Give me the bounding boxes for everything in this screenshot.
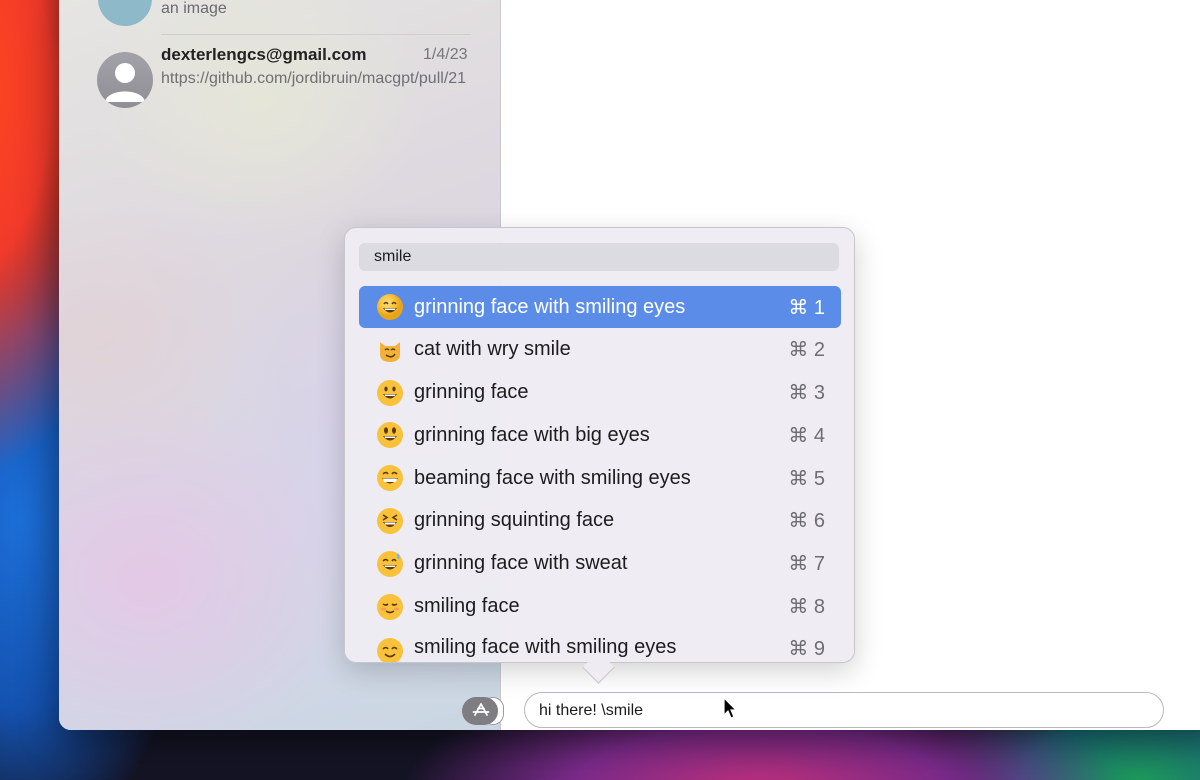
emoji-result-shortcut: ⌘ 3 [788, 382, 825, 405]
emoji-result-label: grinning squinting face [414, 509, 615, 532]
emoji-result-row[interactable]: beaming face with smiling eyes ⌘ 5 [359, 457, 841, 499]
message-input[interactable]: hi there! \smile [524, 692, 1164, 728]
conversation-preview: an image [161, 0, 227, 17]
grinning-face-with-smiling-eyes-icon [375, 292, 405, 322]
conversation-date: 1/4/23 [423, 46, 468, 63]
avatar [97, 52, 153, 108]
grinning-squinting-face-icon [375, 506, 405, 536]
emoji-result-label: grinning face [414, 381, 529, 404]
conversation-preview: https://github.com/jordibruin/macgpt/pul… [161, 70, 467, 87]
emoji-result-shortcut: ⌘ 9 [788, 638, 825, 661]
emoji-result-label: beaming face with smiling eyes [414, 466, 691, 489]
emoji-result-row[interactable]: cat with wry smile ⌘ 2 [359, 329, 841, 371]
cat-with-wry-smile-icon [375, 335, 405, 365]
smiling-face-with-smiling-eyes-icon [375, 636, 405, 662]
grinning-face-with-sweat-icon [375, 549, 405, 579]
emoji-result-label: grinning face with big eyes [414, 423, 650, 446]
emoji-result-shortcut: ⌘ 8 [788, 596, 825, 619]
beaming-face-with-smiling-eyes-icon [375, 463, 405, 493]
emoji-result-row[interactable]: grinning face ⌘ 3 [359, 372, 841, 414]
emoji-result-row[interactable]: grinning face with smiling eyes ⌘ 1 [359, 286, 841, 328]
emoji-result-label: smiling face with smiling eyes [414, 636, 677, 659]
conversation-item-dexterlengcs[interactable]: dexterlengcs@gmail.com 1/4/23 https://gi… [59, 42, 500, 112]
emoji-result-shortcut: ⌘ 7 [788, 553, 825, 576]
emoji-result-shortcut: ⌘ 5 [788, 467, 825, 490]
emoji-result-label: grinning face with sweat [414, 552, 628, 575]
conversation-name: dexterlengcs@gmail.com [161, 45, 367, 64]
person-icon [105, 63, 145, 102]
emoji-result-label: smiling face [414, 595, 520, 618]
emoji-result-row[interactable]: smiling face ⌘ 8 [359, 586, 841, 628]
grinning-face-with-big-eyes-icon [375, 420, 405, 450]
emoji-search-input[interactable]: smile [359, 243, 839, 271]
emoji-result-label: grinning face with smiling eyes [414, 295, 686, 318]
emoji-result-row[interactable]: grinning squinting face ⌘ 6 [359, 500, 841, 542]
emoji-result-shortcut: ⌘ 4 [788, 424, 825, 447]
app-store-icon [472, 703, 490, 716]
emoji-result-row[interactable]: grinning face with big eyes ⌘ 4 [359, 414, 841, 456]
emoji-result-shortcut: ⌘ 2 [788, 339, 825, 362]
list-divider [161, 34, 471, 35]
emoji-result-row[interactable]: grinning face with sweat ⌘ 7 [359, 543, 841, 585]
avatar [98, 0, 152, 26]
emoji-result-shortcut: ⌘ 6 [788, 510, 825, 533]
mouse-pointer-icon [723, 697, 737, 719]
apps-button[interactable] [462, 697, 504, 725]
grinning-face-icon [375, 378, 405, 408]
emoji-picker-popup: smile grinning face with smiling eyes ⌘ … [344, 227, 855, 663]
emoji-result-label: cat with wry smile [414, 338, 571, 361]
emoji-results-list: grinning face with smiling eyes ⌘ 1 cat … [359, 286, 841, 662]
emoji-result-shortcut: ⌘ 1 [788, 296, 825, 319]
smiling-face-icon [375, 592, 405, 622]
